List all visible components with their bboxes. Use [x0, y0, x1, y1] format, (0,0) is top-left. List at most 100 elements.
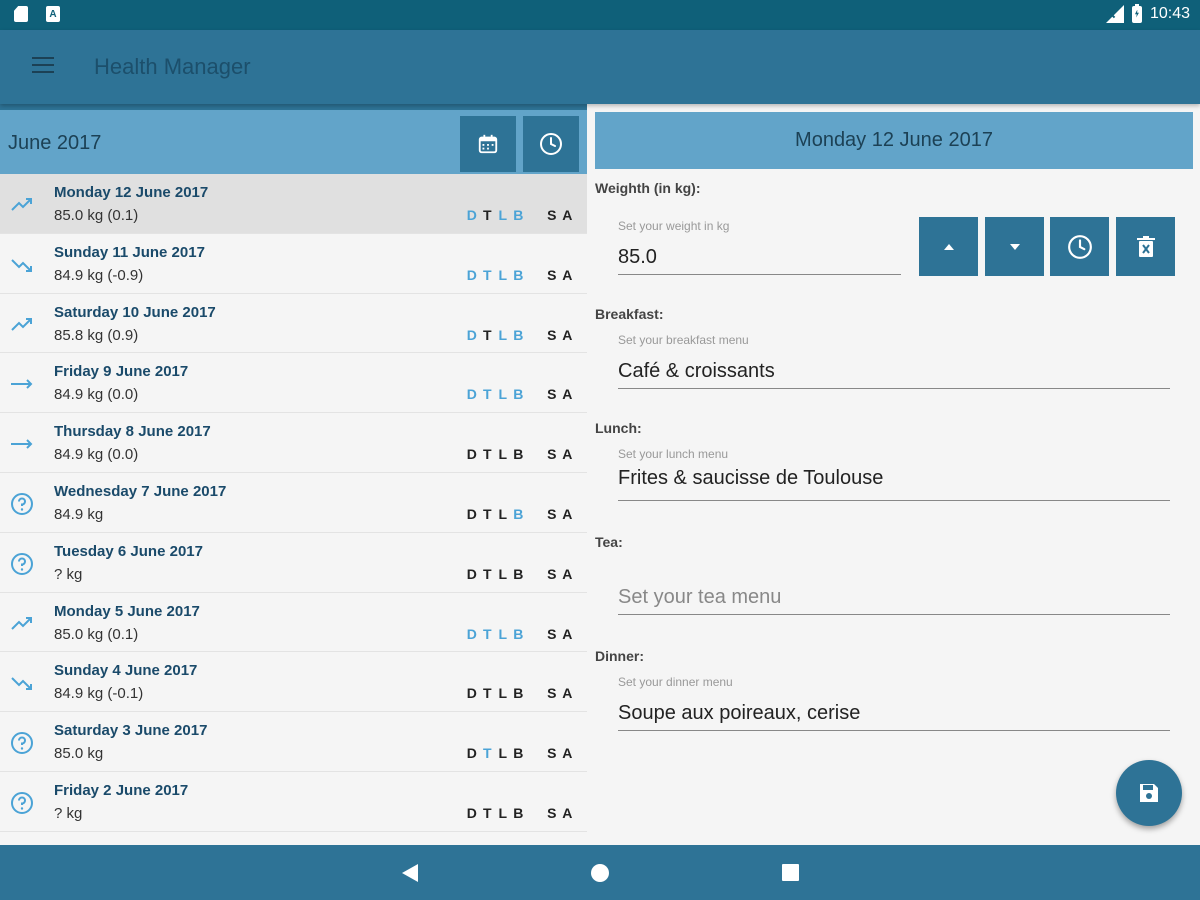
meal-flag: D [466, 685, 477, 702]
weight-history-button[interactable] [1050, 217, 1109, 276]
recent-apps-icon[interactable] [782, 864, 799, 881]
day-weight: 85.0 kg [54, 745, 104, 763]
delete-weight-button[interactable] [1116, 217, 1175, 276]
day-list-item[interactable]: Friday 9 June 2017 84.9 kg (0.0) D T L B S A [0, 353, 587, 414]
meal-flag: T [482, 326, 492, 343]
day-list-item[interactable]: Sunday 11 June 2017 84.9 kg (-0.9) D T L B S A [0, 233, 587, 294]
meal-flag: L [498, 625, 508, 642]
day-detail-panel: Monday 12 June 2017 Weighth (in kg): Set… [587, 104, 1200, 845]
day-list-item[interactable]: Monday 12 June 2017 85.0 kg (0.1) D T L B S A [0, 174, 587, 234]
day-title: Monday 12 June 2017 [54, 184, 209, 201]
flag-gap [526, 745, 544, 761]
hamburger-menu-icon[interactable] [32, 57, 54, 75]
day-weight: 84.9 kg [54, 505, 104, 523]
meal-flag: D [466, 745, 477, 762]
meal-flag: L [498, 207, 508, 223]
weight-hint: Set your weight in kg [618, 219, 730, 233]
selected-date-header: Monday 12 June 2017 [595, 112, 1193, 169]
home-icon[interactable] [591, 864, 609, 882]
day-list-item[interactable]: Sunday 4 June 2017 84.9 kg (-0.1) D T L B S A [0, 652, 587, 713]
save-icon [1140, 784, 1158, 802]
trending-down-icon [10, 671, 34, 695]
meal-flag: T [482, 685, 492, 702]
day-list-item[interactable]: Thursday 8 June 2017 84.9 kg (0.0) D T L B S A [0, 413, 587, 473]
meal-flag: S [547, 745, 557, 762]
meal-flags: DTLB SA [464, 267, 575, 283]
dinner-label: Dinner: [595, 648, 644, 664]
meal-flag: D [466, 326, 477, 343]
flag-gap [526, 267, 544, 283]
help-circle-icon [10, 791, 34, 815]
app-notification-icon: A [46, 6, 60, 22]
day-weight: 84.9 kg (-0.9) [54, 266, 144, 284]
meal-flag: B [513, 446, 524, 463]
meal-flags: DTLB SA [464, 566, 575, 582]
meal-flags: DTLB SA [464, 446, 575, 462]
day-weight: 85.0 kg (0.1) [54, 207, 139, 224]
meal-flags: DTLB SA [464, 207, 575, 223]
increase-weight-button[interactable] [919, 217, 978, 276]
lunch-label: Lunch: [595, 420, 642, 436]
meal-flag: B [513, 266, 524, 283]
day-list-item[interactable]: Saturday 3 June 2017 85.0 kg D T L B S A [0, 712, 587, 772]
meal-flag: B [513, 565, 524, 582]
breakfast-label: Breakfast: [595, 306, 664, 322]
meal-flag: L [498, 745, 508, 762]
back-icon[interactable] [402, 864, 418, 882]
meal-flag: T [482, 266, 492, 283]
sd-card-icon [14, 6, 28, 22]
notification-icons: A [14, 6, 60, 22]
flag-gap [526, 566, 544, 582]
weight-input[interactable]: 85.0 [618, 246, 901, 275]
app-title: Health Manager [94, 54, 251, 79]
flag-gap [526, 805, 544, 821]
meal-flag: L [498, 804, 508, 821]
day-title: Monday 5 June 2017 [54, 602, 200, 620]
delete-icon [1136, 235, 1155, 257]
meal-flag: D [466, 505, 477, 522]
battery-icon [1131, 3, 1142, 23]
day-list-item[interactable]: Tuesday 6 June 2017 ? kg D T L B S A [0, 532, 587, 593]
meal-flag: L [498, 326, 508, 343]
save-button[interactable] [1116, 760, 1182, 826]
meal-flag: S [547, 446, 557, 463]
day-title: Saturday 3 June 2017 [54, 722, 208, 740]
meal-flag: A [562, 685, 573, 702]
day-list-item[interactable]: Saturday 10 June 2017 85.8 kg (0.9) D T L B S A [0, 293, 587, 354]
day-list-item[interactable]: Friday 2 June 2017 ? kg D T L B S A [0, 771, 587, 832]
history-button[interactable] [523, 116, 579, 172]
dinner-input[interactable]: Soupe aux poireaux, cerise [618, 702, 1170, 731]
meal-flag: A [562, 565, 573, 582]
dinner-hint: Set your dinner menu [618, 675, 733, 689]
day-list-item[interactable]: Monday 5 June 2017 85.0 kg (0.1) D T L B S A [0, 592, 587, 653]
calendar-icon [478, 134, 498, 154]
trending-up-icon [10, 193, 34, 217]
day-title: Sunday 4 June 2017 [54, 662, 198, 680]
tea-input[interactable]: Set your tea menu [618, 586, 1170, 615]
meal-flag: A [562, 266, 573, 283]
meal-flag: A [562, 745, 573, 762]
decrease-weight-button[interactable] [985, 217, 1044, 276]
meal-flag: D [466, 266, 477, 283]
meal-flag: L [498, 386, 508, 403]
calendar-button[interactable] [460, 116, 516, 172]
meal-flag: D [466, 446, 477, 463]
meal-flag: D [466, 625, 477, 642]
meal-flag: L [498, 266, 508, 283]
meal-flag: A [562, 386, 573, 403]
meal-flag: S [547, 565, 557, 582]
meal-flag: A [562, 207, 573, 223]
meal-flag: D [466, 565, 477, 582]
meal-flag: D [466, 804, 477, 821]
trending-down-icon [10, 253, 34, 277]
flag-gap [526, 386, 544, 402]
status-right: 10:43 [1105, 3, 1190, 23]
day-list-item[interactable]: Wednesday 7 June 2017 84.9 kg D T L B S A [0, 472, 587, 533]
meal-flag: A [562, 326, 573, 343]
lunch-input[interactable]: Frites & saucisse de Toulouse [618, 467, 1170, 501]
trending-flat-icon [10, 432, 34, 456]
trending-flat-icon [10, 372, 34, 396]
meal-flag: S [547, 505, 557, 522]
flag-gap [526, 207, 544, 223]
breakfast-input[interactable]: Café & croissants [618, 360, 1170, 389]
